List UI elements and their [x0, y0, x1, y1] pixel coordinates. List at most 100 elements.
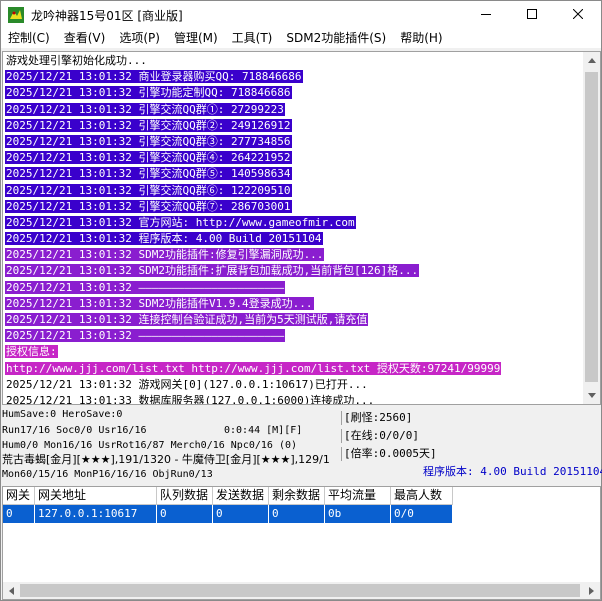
- log-panel[interactable]: 游戏处理引擎初始化成功... 2025/12/21 13:01:32 商业登录器购…: [2, 51, 601, 405]
- log-line: 2025/12/21 13:01:32 ————————————————————…: [5, 280, 585, 296]
- table-row[interactable]: 0 127.0.0.1:10617 0 0 0 0b 0/0: [3, 505, 453, 523]
- log-line-text: 2025/12/21 13:01:32 引擎交流QQ群①: 27299223: [5, 102, 285, 116]
- cell-gateway: 0: [3, 505, 35, 523]
- cell-remaining-data: 0: [269, 505, 325, 523]
- log-line-text: 2025/12/21 13:01:32 引擎交流QQ群③: 277734856: [5, 134, 292, 148]
- status-timer: 0:0:44 [M][F]: [224, 425, 303, 436]
- scroll-right-icon[interactable]: [583, 582, 600, 599]
- log-line-text: 2025/12/21 13:01:32 引擎交流QQ群⑦: 286703001: [5, 199, 292, 213]
- maximize-button[interactable]: [509, 1, 555, 29]
- log-line: 2025/12/21 13:01:32 ————————————————————…: [5, 328, 585, 344]
- log-line: 2025/12/21 13:01:32 引擎交流QQ群④: 264221952: [5, 150, 585, 166]
- log-line-text: 2025/12/21 13:01:32 官方网站: http://www.gam…: [5, 215, 356, 229]
- log-line: 2025/12/21 13:01:33 数据库服务器(127.0.0.1:600…: [5, 393, 585, 405]
- gateway-table[interactable]: 网关 网关地址 队列数据 发送数据 剩余数据 平均流量 最高人数 0 127.0…: [2, 486, 601, 600]
- col-sent-data[interactable]: 发送数据: [213, 487, 269, 505]
- table-horizontal-scrollbar[interactable]: [3, 582, 600, 599]
- log-line: 2025/12/21 13:01:32 引擎功能定制QQ: 718846686: [5, 85, 585, 101]
- status-run-counts: Run17/16 Soc0/0 Usr16/16: [2, 425, 147, 436]
- status-online: [在线:0/0/0]: [341, 429, 419, 443]
- status-refresh: [刷怪:2560]: [341, 411, 412, 425]
- cell-queue-data: 0: [157, 505, 213, 523]
- window-title: 龙吟神器15号01区 [商业版]: [31, 9, 183, 23]
- log-line: 游戏处理引擎初始化成功...: [5, 53, 585, 69]
- menu-control[interactable]: 控制(C): [1, 29, 57, 48]
- log-line: 授权信息:: [5, 344, 585, 360]
- log-lines: 游戏处理引擎初始化成功... 2025/12/21 13:01:32 商业登录器购…: [5, 53, 585, 405]
- log-line: 2025/12/21 13:01:32 引擎交流QQ群②: 249126912: [5, 118, 585, 134]
- log-line-text: http://www.jjj.com/list.txt http://www.j…: [5, 361, 502, 375]
- status-panel: HumSave:0 HeroSave:0 Run17/16 Soc0/0 Usr…: [2, 406, 602, 483]
- log-line: http://www.jjj.com/list.txt http://www.j…: [5, 361, 585, 377]
- cell-avg-traffic: 0b: [325, 505, 391, 523]
- col-remaining-data[interactable]: 剩余数据: [269, 487, 325, 505]
- menu-help[interactable]: 帮助(H): [393, 29, 449, 48]
- status-mon-counts: Mon60/15/16 MonP16/16/16 ObjRun0/13: [2, 469, 213, 480]
- col-avg-traffic[interactable]: 平均流量: [325, 487, 391, 505]
- gateway-table-header: 网关 网关地址 队列数据 发送数据 剩余数据 平均流量 最高人数: [3, 487, 453, 505]
- log-line: 2025/12/21 13:01:32 引擎交流QQ群⑤: 140598634: [5, 166, 585, 182]
- log-line-text: 2025/12/21 13:01:32 程序版本: 4.00 Build 201…: [5, 232, 323, 246]
- minimize-icon: [481, 8, 491, 22]
- log-line-text: 2025/12/21 13:01:33 数据库服务器(127.0.0.1:600…: [6, 393, 375, 405]
- col-queue-data[interactable]: 队列数据: [157, 487, 213, 505]
- log-line-text: 2025/12/21 13:01:32 ————————————————————…: [5, 280, 286, 294]
- log-line-text: 2025/12/21 13:01:32 连接控制台验证成功,当前为5天测试版,请…: [5, 313, 369, 326]
- col-gateway[interactable]: 网关: [3, 487, 35, 505]
- scroll-up-icon[interactable]: [583, 52, 600, 69]
- log-line-text: 2025/12/21 13:01:32 商业登录器购买QQ: 718846686: [5, 70, 303, 84]
- menu-sdm2-plugin[interactable]: SDM2功能插件(S): [279, 29, 393, 48]
- log-line-text: 2025/12/21 13:01:32 SDM2功能插件:扩展背包加载成功,当前…: [5, 264, 420, 278]
- log-scrollbar[interactable]: [583, 52, 600, 404]
- menu-tools[interactable]: 工具(T): [225, 29, 280, 48]
- scroll-down-icon[interactable]: [583, 387, 600, 404]
- status-version: 程序版本: 4.00 Build 20151104: [423, 465, 602, 478]
- status-hum-counts: Hum0/0 Mon16/16 UsrRot16/87 Merch0/16 Np…: [2, 440, 298, 451]
- log-scroll-thumb[interactable]: [585, 72, 598, 382]
- status-monster-info: 荒古毒蝎[金月][★★★],191/1320 - 牛魔侍卫[金月][★★★],1…: [2, 453, 330, 466]
- log-line: 2025/12/21 13:01:32 引擎交流QQ群③: 277734856: [5, 134, 585, 150]
- menu-manage[interactable]: 管理(M): [167, 29, 225, 48]
- status-save-counts: HumSave:0 HeroSave:0: [2, 409, 123, 420]
- log-line-text: 2025/12/21 13:01:32 SDM2功能插件:修复引擎漏洞成功...: [5, 248, 325, 262]
- log-line: 2025/12/21 13:01:32 引擎交流QQ群①: 27299223: [5, 102, 585, 118]
- log-line-text: 游戏处理引擎初始化成功...: [6, 54, 147, 67]
- cell-sent-data: 0: [213, 505, 269, 523]
- close-icon: [572, 8, 584, 22]
- menu-options[interactable]: 选项(P): [112, 29, 167, 48]
- log-line: 2025/12/21 13:01:32 商业登录器购买QQ: 718846686: [5, 69, 585, 85]
- log-line-text: 2025/12/21 13:01:32 ————————————————————…: [5, 329, 286, 343]
- close-button[interactable]: [555, 1, 601, 29]
- status-exp-rate: [倍率:0.0005天]: [341, 447, 437, 461]
- log-line: 2025/12/21 13:01:32 官方网站: http://www.gam…: [5, 215, 585, 231]
- menu-view[interactable]: 查看(V): [57, 29, 113, 48]
- log-line: 2025/12/21 13:01:32 连接控制台验证成功,当前为5天测试版,请…: [5, 312, 585, 328]
- log-line-text: 2025/12/21 13:01:32 引擎交流QQ群⑤: 140598634: [5, 167, 292, 181]
- scroll-left-icon[interactable]: [3, 582, 20, 599]
- col-max-players[interactable]: 最高人数: [391, 487, 453, 505]
- log-line-text: 授权信息:: [5, 345, 58, 359]
- log-line: 2025/12/21 13:01:32 引擎交流QQ群⑥: 122209510: [5, 183, 585, 199]
- log-line-text: 2025/12/21 13:01:32 游戏网关[0](127.0.0.1:10…: [6, 377, 368, 391]
- log-line-text: 2025/12/21 13:01:32 引擎交流QQ群④: 264221952: [5, 151, 292, 165]
- cell-gateway-address: 127.0.0.1:10617: [35, 505, 157, 523]
- menu-bar: 控制(C) 查看(V) 选项(P) 管理(M) 工具(T) SDM2功能插件(S…: [1, 29, 601, 48]
- log-line-text: 2025/12/21 13:01:32 SDM2功能插件V1.9.4登录成功..…: [5, 296, 314, 310]
- app-window: 龙吟神器15号01区 [商业版] 控制(C) 查看(V) 选项(P) 管理(M)…: [0, 0, 602, 601]
- table-scroll-thumb[interactable]: [20, 584, 580, 597]
- dragon-app-icon: [8, 7, 24, 23]
- log-line-text: 2025/12/21 13:01:32 引擎功能定制QQ: 718846686: [5, 86, 292, 100]
- log-line: 2025/12/21 13:01:32 程序版本: 4.00 Build 201…: [5, 231, 585, 247]
- col-gateway-address[interactable]: 网关地址: [35, 487, 157, 505]
- maximize-icon: [527, 8, 537, 22]
- log-line: 2025/12/21 13:01:32 SDM2功能插件:修复引擎漏洞成功...: [5, 247, 585, 263]
- cell-max-players: 0/0: [391, 505, 453, 523]
- title-bar[interactable]: 龙吟神器15号01区 [商业版]: [1, 1, 601, 29]
- log-line-text: 2025/12/21 13:01:32 引擎交流QQ群⑥: 122209510: [5, 183, 292, 197]
- log-line: 2025/12/21 13:01:32 SDM2功能插件:扩展背包加载成功,当前…: [5, 263, 585, 279]
- minimize-button[interactable]: [463, 1, 509, 29]
- log-line-text: 2025/12/21 13:01:32 引擎交流QQ群②: 249126912: [5, 118, 292, 132]
- log-line: 2025/12/21 13:01:32 游戏网关[0](127.0.0.1:10…: [5, 377, 585, 393]
- log-line: 2025/12/21 13:01:32 SDM2功能插件V1.9.4登录成功..…: [5, 296, 585, 312]
- log-line: 2025/12/21 13:01:32 引擎交流QQ群⑦: 286703001: [5, 199, 585, 215]
